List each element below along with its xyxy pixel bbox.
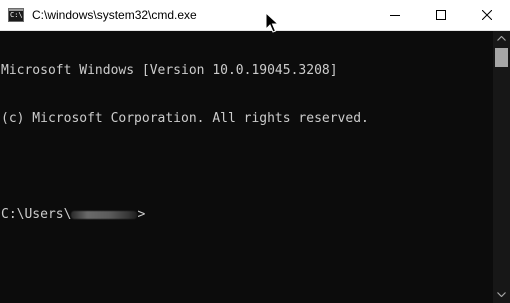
console-line-copyright: (c) Microsoft Corporation. All rights re… [1,111,369,126]
vertical-scrollbar[interactable] [493,31,510,303]
console-output[interactable]: Microsoft Windows [Version 10.0.19045.32… [0,31,493,303]
scrollbar-thumb[interactable] [495,48,508,67]
minimize-icon [390,15,400,16]
command-prompt-line[interactable]: C:\Users\ > [1,207,493,223]
close-button[interactable] [464,0,510,30]
scroll-down-button[interactable] [493,287,510,301]
console-line-version: Microsoft Windows [Version 10.0.19045.32… [1,63,338,78]
caption-buttons [372,0,510,30]
cmd-icon[interactable]: C:\ [8,8,24,22]
chevron-up-icon [497,35,506,41]
title-bar[interactable]: C:\ C:\windows\system32\cmd.exe [0,0,510,31]
prompt-path: C:\Users\ [1,207,72,222]
minimize-button[interactable] [372,0,418,30]
mouse-pointer-icon [265,12,279,33]
scroll-up-button[interactable] [493,31,510,45]
console-line-blank [1,159,493,175]
redacted-username [71,210,138,219]
window-title: C:\windows\system32\cmd.exe [32,8,197,22]
maximize-button[interactable] [418,0,464,30]
cmd-window: C:\ C:\windows\system32\cmd.exe Microsof… [0,0,510,303]
prompt-suffix: > [137,207,146,222]
maximize-icon [436,10,446,20]
close-icon [482,10,492,20]
chevron-down-icon [497,291,506,297]
